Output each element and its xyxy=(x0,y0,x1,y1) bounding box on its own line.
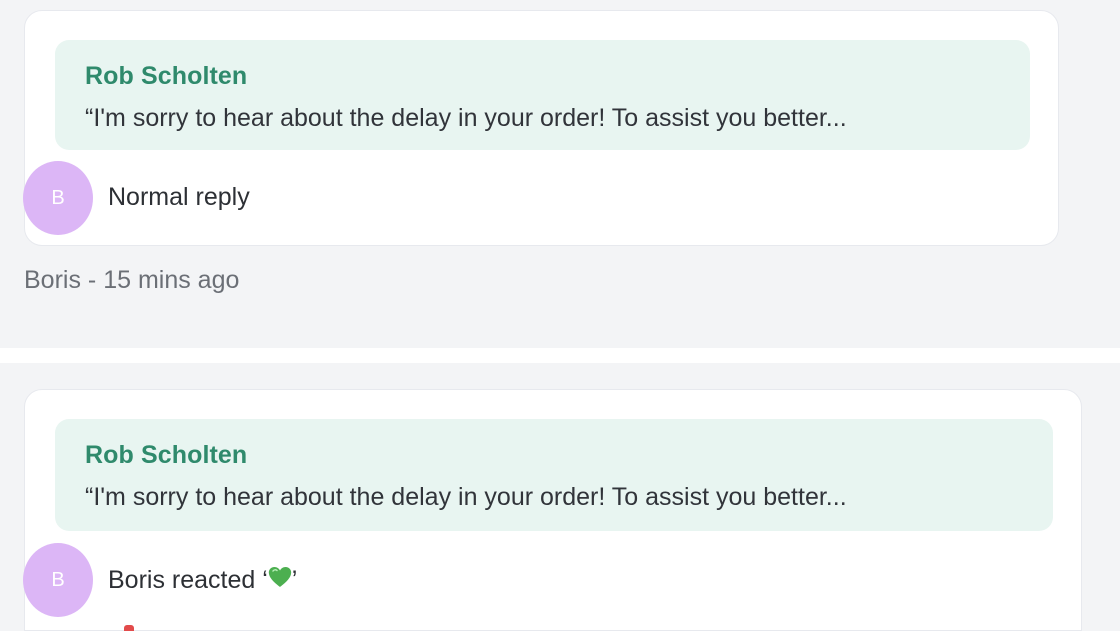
reaction-prefix: Boris reacted ‘ xyxy=(108,566,268,594)
reaction-text: Boris reacted ‘ ’ xyxy=(108,566,297,595)
quoted-message-text: “I'm sorry to hear about the delay in yo… xyxy=(85,104,847,132)
quoted-message[interactable]: Rob Scholten “I'm sorry to hear about th… xyxy=(55,40,1030,150)
quoted-message[interactable]: Rob Scholten “I'm sorry to hear about th… xyxy=(55,419,1053,531)
message-panel-2: Rob Scholten “I'm sorry to hear about th… xyxy=(0,363,1120,631)
message-panel-1: Rob Scholten “I'm sorry to hear about th… xyxy=(0,0,1120,348)
meta-separator: - xyxy=(80,266,104,294)
quoted-message-author: Rob Scholten xyxy=(85,441,248,469)
message-meta: Boris - 15 mins ago xyxy=(24,266,239,295)
message-card-1: Rob Scholten “I'm sorry to hear about th… xyxy=(23,10,1059,246)
notification-marker xyxy=(124,625,134,631)
avatar-initial: B xyxy=(51,568,65,591)
reaction-suffix: ’ xyxy=(291,566,298,594)
avatar-initial: B xyxy=(51,186,65,209)
avatar: B xyxy=(23,543,93,617)
meta-time: 15 mins ago xyxy=(103,266,240,294)
message-card-2: Rob Scholten “I'm sorry to hear about th… xyxy=(23,389,1082,631)
meta-author: Boris xyxy=(24,266,81,294)
quoted-message-text: “I'm sorry to hear about the delay in yo… xyxy=(85,483,847,511)
quoted-message-author: Rob Scholten xyxy=(85,62,248,90)
avatar: B xyxy=(23,161,93,235)
reply-text: Normal reply xyxy=(108,183,250,211)
green-heart-icon xyxy=(268,567,292,594)
